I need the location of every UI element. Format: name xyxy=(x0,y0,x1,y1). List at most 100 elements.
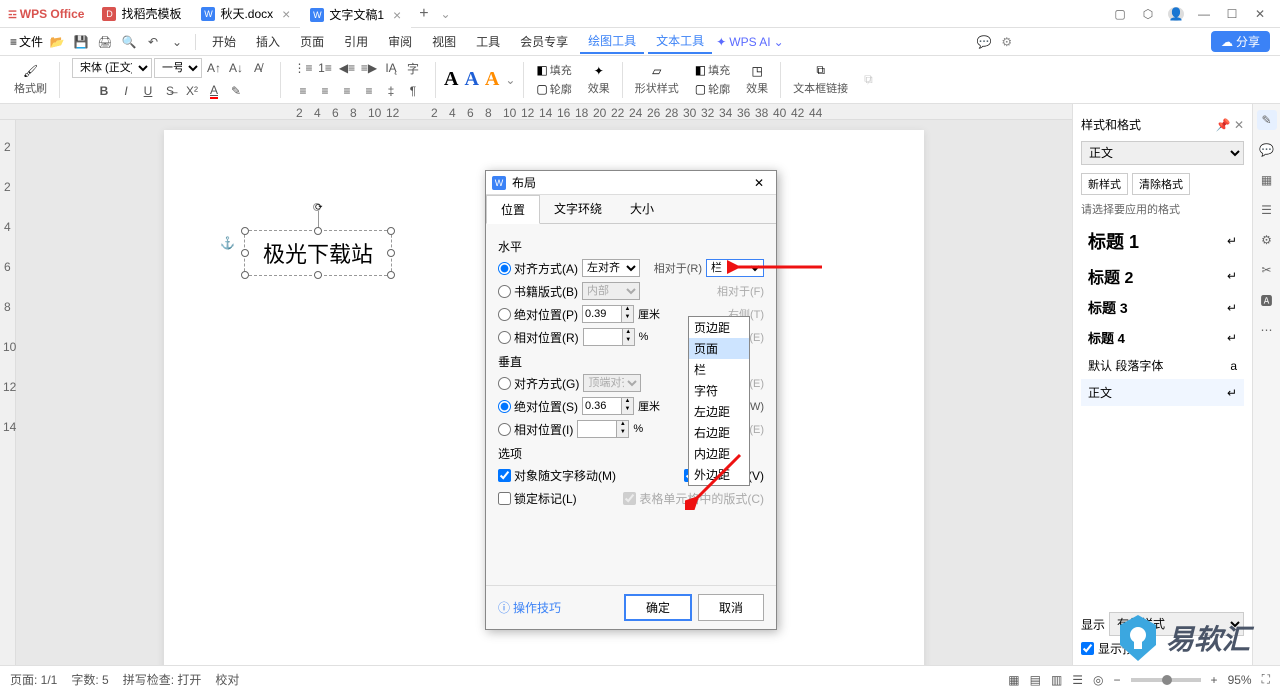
align-center-icon[interactable]: ≡ xyxy=(315,81,335,101)
ok-button[interactable]: 确定 xyxy=(624,594,692,621)
effect-button[interactable]: ✦ 效果 xyxy=(584,64,614,96)
adjust-icon[interactable]: ✂ xyxy=(1257,260,1277,280)
break-link-button[interactable]: ⧉̷ xyxy=(860,72,877,87)
shape-style-button[interactable]: ▱ 形状样式 xyxy=(631,64,683,96)
h-rel-input[interactable]: ▲▼ xyxy=(583,328,635,346)
page-status[interactable]: 页面: 1/1 xyxy=(10,671,57,688)
pencil-icon[interactable]: ✎ xyxy=(1257,110,1277,130)
menu-review[interactable]: 审阅 xyxy=(380,30,420,54)
clear-format-button[interactable]: 清除格式 xyxy=(1132,173,1190,195)
superscript-icon[interactable]: X² xyxy=(182,81,202,101)
settings-icon[interactable]: ⚙ xyxy=(1257,230,1277,250)
style-a-black[interactable]: A xyxy=(444,68,458,91)
shape-outline-button[interactable]: 轮廓 xyxy=(708,81,730,97)
outline-button[interactable]: 轮廓 xyxy=(550,81,572,97)
menu-texttools[interactable]: 文本工具 xyxy=(648,30,712,54)
outdent-icon[interactable]: ◀≡ xyxy=(337,58,357,78)
style-h4[interactable]: 标题 4↵ xyxy=(1081,323,1244,352)
dd-column[interactable]: 栏 xyxy=(689,359,749,380)
dd-leftmargin[interactable]: 左边距 xyxy=(689,401,749,422)
highlight-icon[interactable]: ✎ xyxy=(226,81,246,101)
style-body[interactable]: 正文↵ xyxy=(1081,379,1244,406)
menu-page[interactable]: 页面 xyxy=(292,30,332,54)
comment-icon[interactable]: 💬 xyxy=(1257,140,1277,160)
bold-icon[interactable]: B xyxy=(94,81,114,101)
close-icon[interactable]: × xyxy=(393,7,401,23)
more-icon[interactable]: ⋯ xyxy=(1257,320,1277,340)
underline-icon[interactable]: U xyxy=(138,81,158,101)
cube-icon[interactable]: ⬡ xyxy=(1140,7,1156,21)
zoom-out-icon[interactable]: − xyxy=(1114,673,1121,687)
paragraph-icon[interactable]: ¶ xyxy=(403,81,423,101)
menu-vip[interactable]: 会员专享 xyxy=(512,30,576,54)
minimize-icon[interactable]: — xyxy=(1196,7,1212,21)
h-align-select[interactable]: 左对齐 xyxy=(582,259,640,277)
h-abs-radio[interactable]: 绝对位置(P) xyxy=(498,306,578,323)
h-align-radio[interactable]: 对齐方式(A) xyxy=(498,260,578,277)
tab-doc1[interactable]: W 秋天.docx × xyxy=(191,0,300,28)
menu-tools[interactable]: 工具 xyxy=(468,30,508,54)
numbering-icon[interactable]: 1≡ xyxy=(315,58,335,78)
style-icon[interactable]: 🅰 xyxy=(1257,290,1277,310)
line-spacing-icon[interactable]: ‡ xyxy=(381,81,401,101)
menu-file[interactable]: ≡ 文件 xyxy=(10,33,43,50)
preview-icon[interactable]: 🔍 xyxy=(119,32,139,52)
dd-page[interactable]: 页面 xyxy=(689,338,749,359)
v-ruler[interactable]: 2 2 4 6 8 10 12 14 xyxy=(0,120,16,665)
style-h3[interactable]: 标题 3↵ xyxy=(1081,293,1244,323)
menu-view[interactable]: 视图 xyxy=(424,30,464,54)
textbox-link-button[interactable]: ⧉ 文本框链接 xyxy=(789,63,852,96)
resize-handle[interactable] xyxy=(387,249,395,257)
v-abs-input[interactable]: ▲▼ xyxy=(582,397,634,415)
board-icon[interactable]: ▦ xyxy=(1257,170,1277,190)
dialog-titlebar[interactable]: W 布局 ✕ xyxy=(486,171,776,195)
print-icon[interactable]: 🖨 xyxy=(95,32,115,52)
avatar-icon[interactable]: 👤 xyxy=(1168,7,1184,21)
menu-insert[interactable]: 插入 xyxy=(248,30,288,54)
zoom-slider[interactable] xyxy=(1131,678,1201,682)
dd-insidemargin[interactable]: 内边距 xyxy=(689,443,749,464)
menu-start[interactable]: 开始 xyxy=(204,30,244,54)
add-tab-button[interactable]: + xyxy=(411,5,436,23)
bullets-icon[interactable]: ⋮≡ xyxy=(293,58,313,78)
text-box[interactable]: 极光下载站 xyxy=(244,230,392,276)
opt-move-check[interactable]: 对象随文字移动(M) xyxy=(498,467,616,484)
style-h2[interactable]: 标题 2↵ xyxy=(1081,259,1244,293)
resize-handle[interactable] xyxy=(241,271,249,279)
v-rel-input[interactable]: ▲▼ xyxy=(577,420,629,438)
align-justify-icon[interactable]: ≡ xyxy=(359,81,379,101)
proof-status[interactable]: 校对 xyxy=(215,671,239,688)
fullscreen-icon[interactable]: ⛶ xyxy=(1262,672,1270,687)
tab-position[interactable]: 位置 xyxy=(486,195,540,224)
style-h1[interactable]: 标题 1↵ xyxy=(1081,223,1244,259)
resize-handle[interactable] xyxy=(387,227,395,235)
h-rel-radio[interactable]: 相对位置(R) xyxy=(498,329,579,346)
tab-size[interactable]: 大小 xyxy=(616,195,668,223)
size-select[interactable]: 一号 xyxy=(154,58,202,78)
spellcheck-status[interactable]: 拼写检查: 打开 xyxy=(123,671,202,688)
style-a-orange[interactable]: A xyxy=(485,68,499,91)
close-icon[interactable]: ✕ xyxy=(1252,7,1268,21)
style-a-blue[interactable]: A xyxy=(464,68,478,91)
word-count[interactable]: 字数: 5 xyxy=(71,671,108,688)
font-color-icon[interactable]: A xyxy=(204,81,224,101)
pin-icon[interactable]: 📌 xyxy=(1216,118,1231,132)
web-icon[interactable]: ▥ xyxy=(1051,673,1062,687)
h-book-radio[interactable]: 书籍版式(B) xyxy=(498,283,578,300)
font-select[interactable]: 宋体 (正文) xyxy=(72,58,152,78)
shape-fill-button[interactable]: 填充 xyxy=(708,62,730,78)
zoom-value[interactable]: 95% xyxy=(1228,673,1252,687)
format-painter-group[interactable]: 🖌 格式刷 xyxy=(10,64,51,96)
style-default[interactable]: 默认 段落字体a xyxy=(1081,352,1244,379)
new-style-button[interactable]: 新样式 xyxy=(1081,173,1128,195)
menu-ref[interactable]: 引用 xyxy=(336,30,376,54)
menu-drawtools[interactable]: 绘图工具 xyxy=(580,30,644,54)
dropdown-icon[interactable]: ⌄ xyxy=(437,7,455,21)
v-rel-radio[interactable]: 相对位置(I) xyxy=(498,421,573,438)
resize-handle[interactable] xyxy=(387,271,395,279)
decrease-font-icon[interactable]: A↓ xyxy=(226,58,246,78)
tips-link[interactable]: ⓘ 操作技巧 xyxy=(498,599,561,616)
close-icon[interactable]: × xyxy=(282,6,290,22)
style-more-icon[interactable]: ⌄ xyxy=(505,73,515,87)
shape-effect-button[interactable]: ◳ 效果 xyxy=(742,64,772,96)
